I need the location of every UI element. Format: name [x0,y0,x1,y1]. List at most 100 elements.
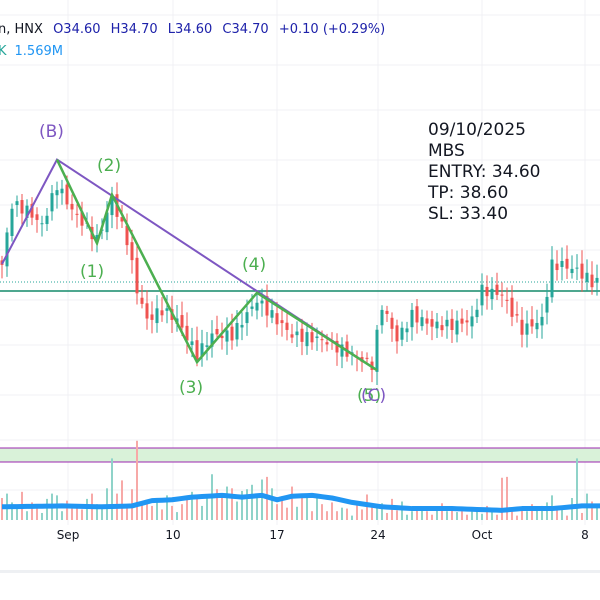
candle-body [395,325,399,342]
high-value: H34.70 [110,22,158,37]
volume-bar [111,458,113,520]
volume-bar [186,497,188,520]
price-chart[interactable] [0,0,600,600]
volume-bar [41,512,43,520]
candle-body [390,317,394,329]
candle-body [470,316,474,327]
candle-body [375,329,379,372]
volume-bar [161,509,163,520]
wave-label-1: (1) [80,262,105,282]
volume-bar [406,514,408,520]
volume-bar [226,486,228,520]
volume-bar [501,477,503,520]
candle-body [245,312,249,324]
candle-body [280,320,284,324]
candle-body [285,322,289,330]
volume-bar [206,496,208,520]
volume-bar [481,513,483,520]
candle-body [500,294,504,296]
candle-body [565,258,569,269]
candle-body [150,314,154,320]
open-value: O34.60 [53,22,101,37]
candle-body [145,303,149,319]
volume-label: K [0,44,7,59]
candle-body [400,327,404,340]
volume-bar [271,488,273,520]
candle-body [235,322,239,340]
candle-body [430,319,434,327]
x-tick: 8 [581,528,589,542]
candle-body [300,328,304,342]
x-tick: Sep [56,528,80,542]
candle-body [205,345,209,347]
volume-bar [81,509,83,520]
volume-bar [411,511,413,520]
wave-label-3: (3) [179,378,204,398]
candle-body [550,259,554,298]
candle-body [250,306,254,309]
candle-body [10,208,14,237]
candle-body [305,332,309,347]
note-tp: TP: 38.60 [428,183,509,203]
note-date: 09/10/2025 [428,120,526,140]
volume-bar [286,507,288,520]
candle-body [45,215,49,225]
candle-body [225,330,229,342]
candle-body [50,193,54,212]
candle-body [60,188,64,194]
wave-label-B: (B) [39,122,64,142]
volume-bar [401,501,403,520]
candle-body [130,242,134,261]
candle-body [140,297,144,304]
volume-bar [351,515,353,520]
volume-bar [176,512,178,520]
candle-body [580,263,584,279]
candle-body [510,297,514,317]
candle-body [320,339,324,341]
volume-bar [386,512,388,520]
candle-body [445,319,449,327]
candle-body [310,332,314,343]
note-sl: SL: 33.40 [428,204,509,224]
volume-bar [201,505,203,520]
candle-body [505,299,509,301]
volume-bar [231,488,233,520]
candle-body [455,320,459,335]
candle-body [475,309,479,318]
candle-body [425,318,429,324]
volume-bar [361,509,363,520]
volume-bar [291,486,293,520]
volume-bar [366,494,368,520]
candle-body [65,184,69,205]
volume-bar [126,506,128,520]
wave-label-C: (C) [361,386,387,406]
candle-body [270,310,274,318]
candle-body [260,300,264,304]
volume-ma-value: 1.569M [14,44,63,59]
volume-bar [516,515,518,520]
volume-bar [221,497,223,520]
volume-bar [71,508,73,520]
volume-bar [151,505,153,520]
ohlc-legend: n, HNX O34.60 H34.70 L34.60 C34.70 +0.10… [0,22,391,37]
candle-body [55,190,59,196]
volume-bar [276,504,278,520]
candle-body [540,316,544,326]
wave-label-2: (2) [97,156,122,176]
volume-bar [296,506,298,520]
candle-body [570,268,574,274]
volume-bar [316,496,318,520]
volume-bar [456,512,458,520]
candle-body [515,314,519,316]
volume-bar [121,480,123,520]
candle-body [35,214,39,220]
volume-bar [446,511,448,520]
candle-body [180,315,184,328]
candle-body [575,267,579,269]
candle-body [465,320,469,323]
candle-body [275,313,279,325]
volume-bar [26,511,28,520]
x-tick: Oct [471,528,493,542]
candle-body [520,319,524,335]
volume-band [0,448,600,462]
